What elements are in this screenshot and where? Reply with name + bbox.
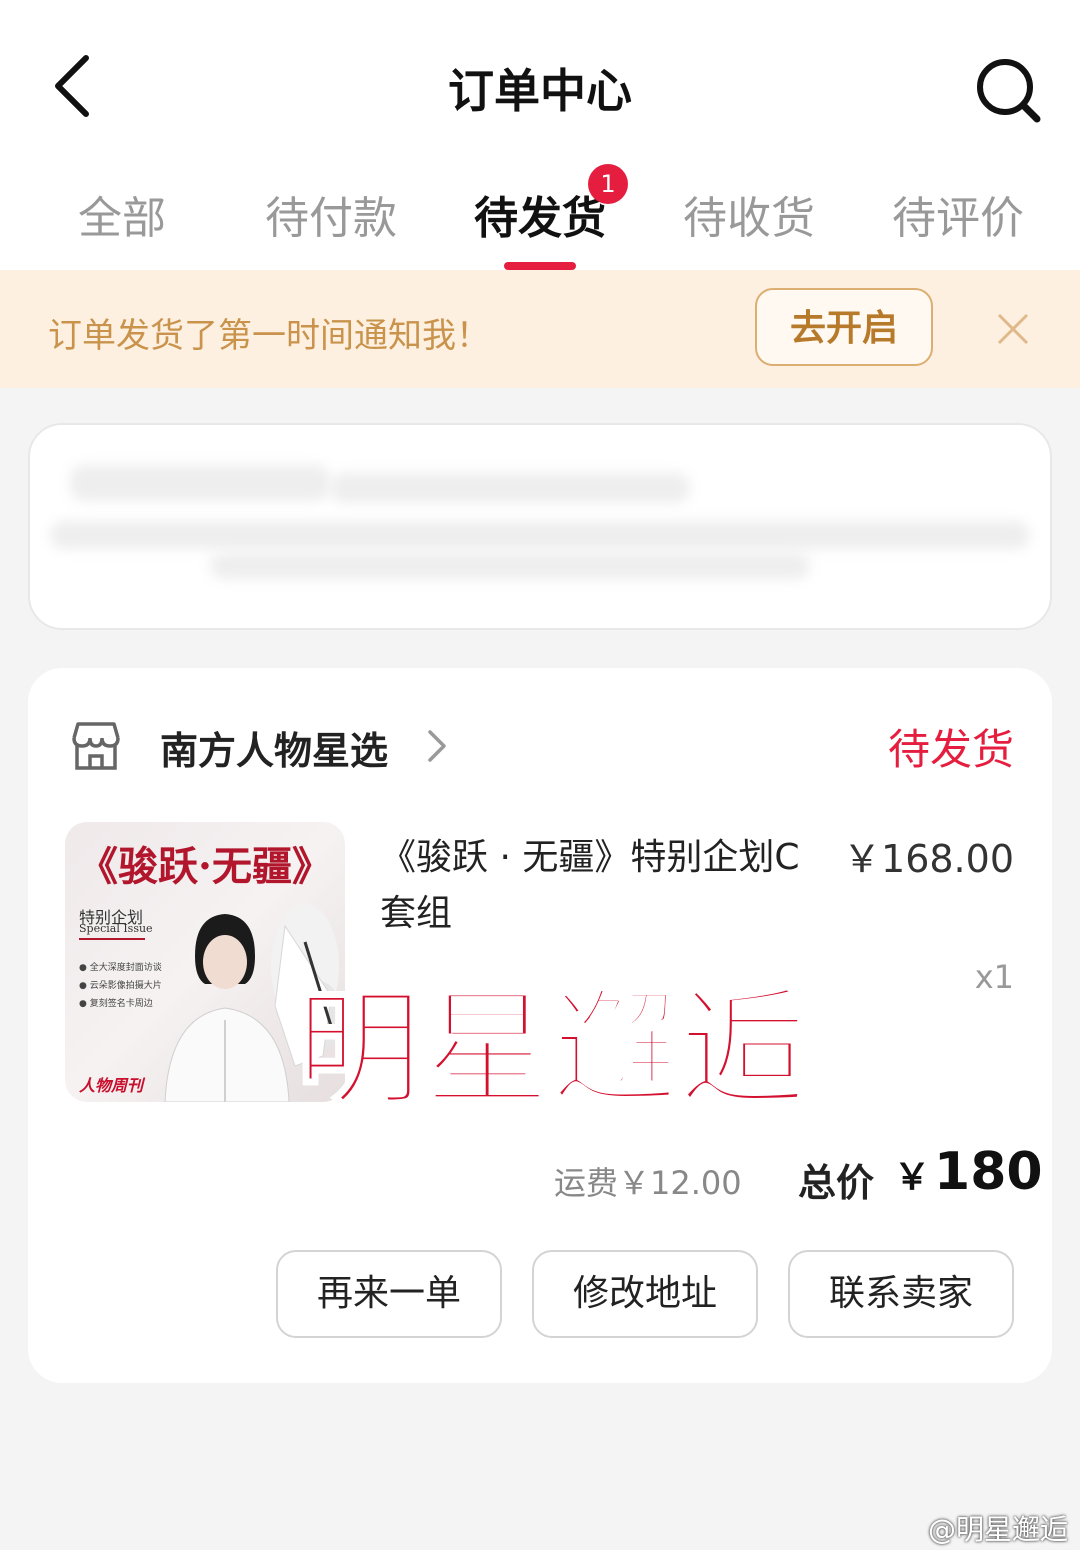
notification-banner: 订单发货了第一时间通知我！ 去开启 xyxy=(0,270,1080,388)
active-tab-indicator xyxy=(504,262,576,270)
total-price: ￥180 xyxy=(894,1142,1043,1202)
tab-badge: 1 xyxy=(588,164,628,204)
product-image-bullet: ● 云朵影像拍摄大片 xyxy=(79,981,162,991)
chevron-right-icon[interactable] xyxy=(426,726,448,766)
notification-text: 订单发货了第一时间通知我！ xyxy=(48,316,490,356)
contact-seller-button[interactable]: 联系卖家 xyxy=(788,1250,1014,1338)
tab-all[interactable]: 全部 xyxy=(42,182,202,246)
order-card: 南方人物星选 待发货 《骏跃·无疆》 特别企划 Special Issue ● … xyxy=(28,668,1052,1383)
product-quantity: x1 xyxy=(974,958,1014,996)
order-tabs: 全部 待付款 待发货 待收货 待评价 xyxy=(0,172,1080,270)
close-icon[interactable] xyxy=(996,312,1030,346)
enable-notification-button[interactable]: 去开启 xyxy=(755,288,933,366)
tab-pending-review[interactable]: 待评价 xyxy=(878,182,1038,246)
shop-name[interactable]: 南方人物星选 xyxy=(160,720,388,775)
product-image-logo: 人物周刊 xyxy=(79,1076,144,1095)
redacted-block xyxy=(50,521,1030,549)
order-status: 待发货 xyxy=(887,725,1014,774)
product-image-subtitle-en: Special Issue xyxy=(79,922,153,935)
search-icon[interactable] xyxy=(974,56,1042,124)
tab-pending-receipt[interactable]: 待收货 xyxy=(669,182,829,246)
product-image-divider xyxy=(79,938,145,940)
footer-watermark: @明星邂逅 xyxy=(927,1513,1068,1546)
product-title[interactable]: 《骏跃 · 无疆》特别企划C套组 xyxy=(380,830,800,942)
modify-address-button[interactable]: 修改地址 xyxy=(532,1250,758,1338)
tab-pending-payment[interactable]: 待付款 xyxy=(251,182,411,246)
total-label: 总价 xyxy=(798,1161,875,1205)
product-price: ￥168.00 xyxy=(843,837,1014,881)
reorder-button[interactable]: 再来一单 xyxy=(276,1250,502,1338)
store-icon xyxy=(72,722,120,770)
overlay-watermark: 明星邂逅 xyxy=(295,975,808,1125)
currency-symbol: ￥ xyxy=(894,1157,931,1198)
product-image-title: 《骏跃·无疆》 xyxy=(78,843,332,890)
address-card[interactable] xyxy=(28,423,1052,630)
product-image-bullet: ● 全大深度封面访谈 xyxy=(79,963,162,973)
redacted-block xyxy=(330,473,690,503)
product-image-bullet: ● 复刻签名卡周边 xyxy=(79,999,153,1009)
header: 订单中心 全部 待付款 待发货 待收货 待评价 1 xyxy=(0,0,1080,270)
shipping-fee: 运费￥12.00 xyxy=(554,1164,742,1202)
redacted-block xyxy=(210,553,810,579)
page-title: 订单中心 xyxy=(448,64,632,118)
total-amount: 180 xyxy=(934,1142,1043,1202)
redacted-block xyxy=(70,465,330,501)
